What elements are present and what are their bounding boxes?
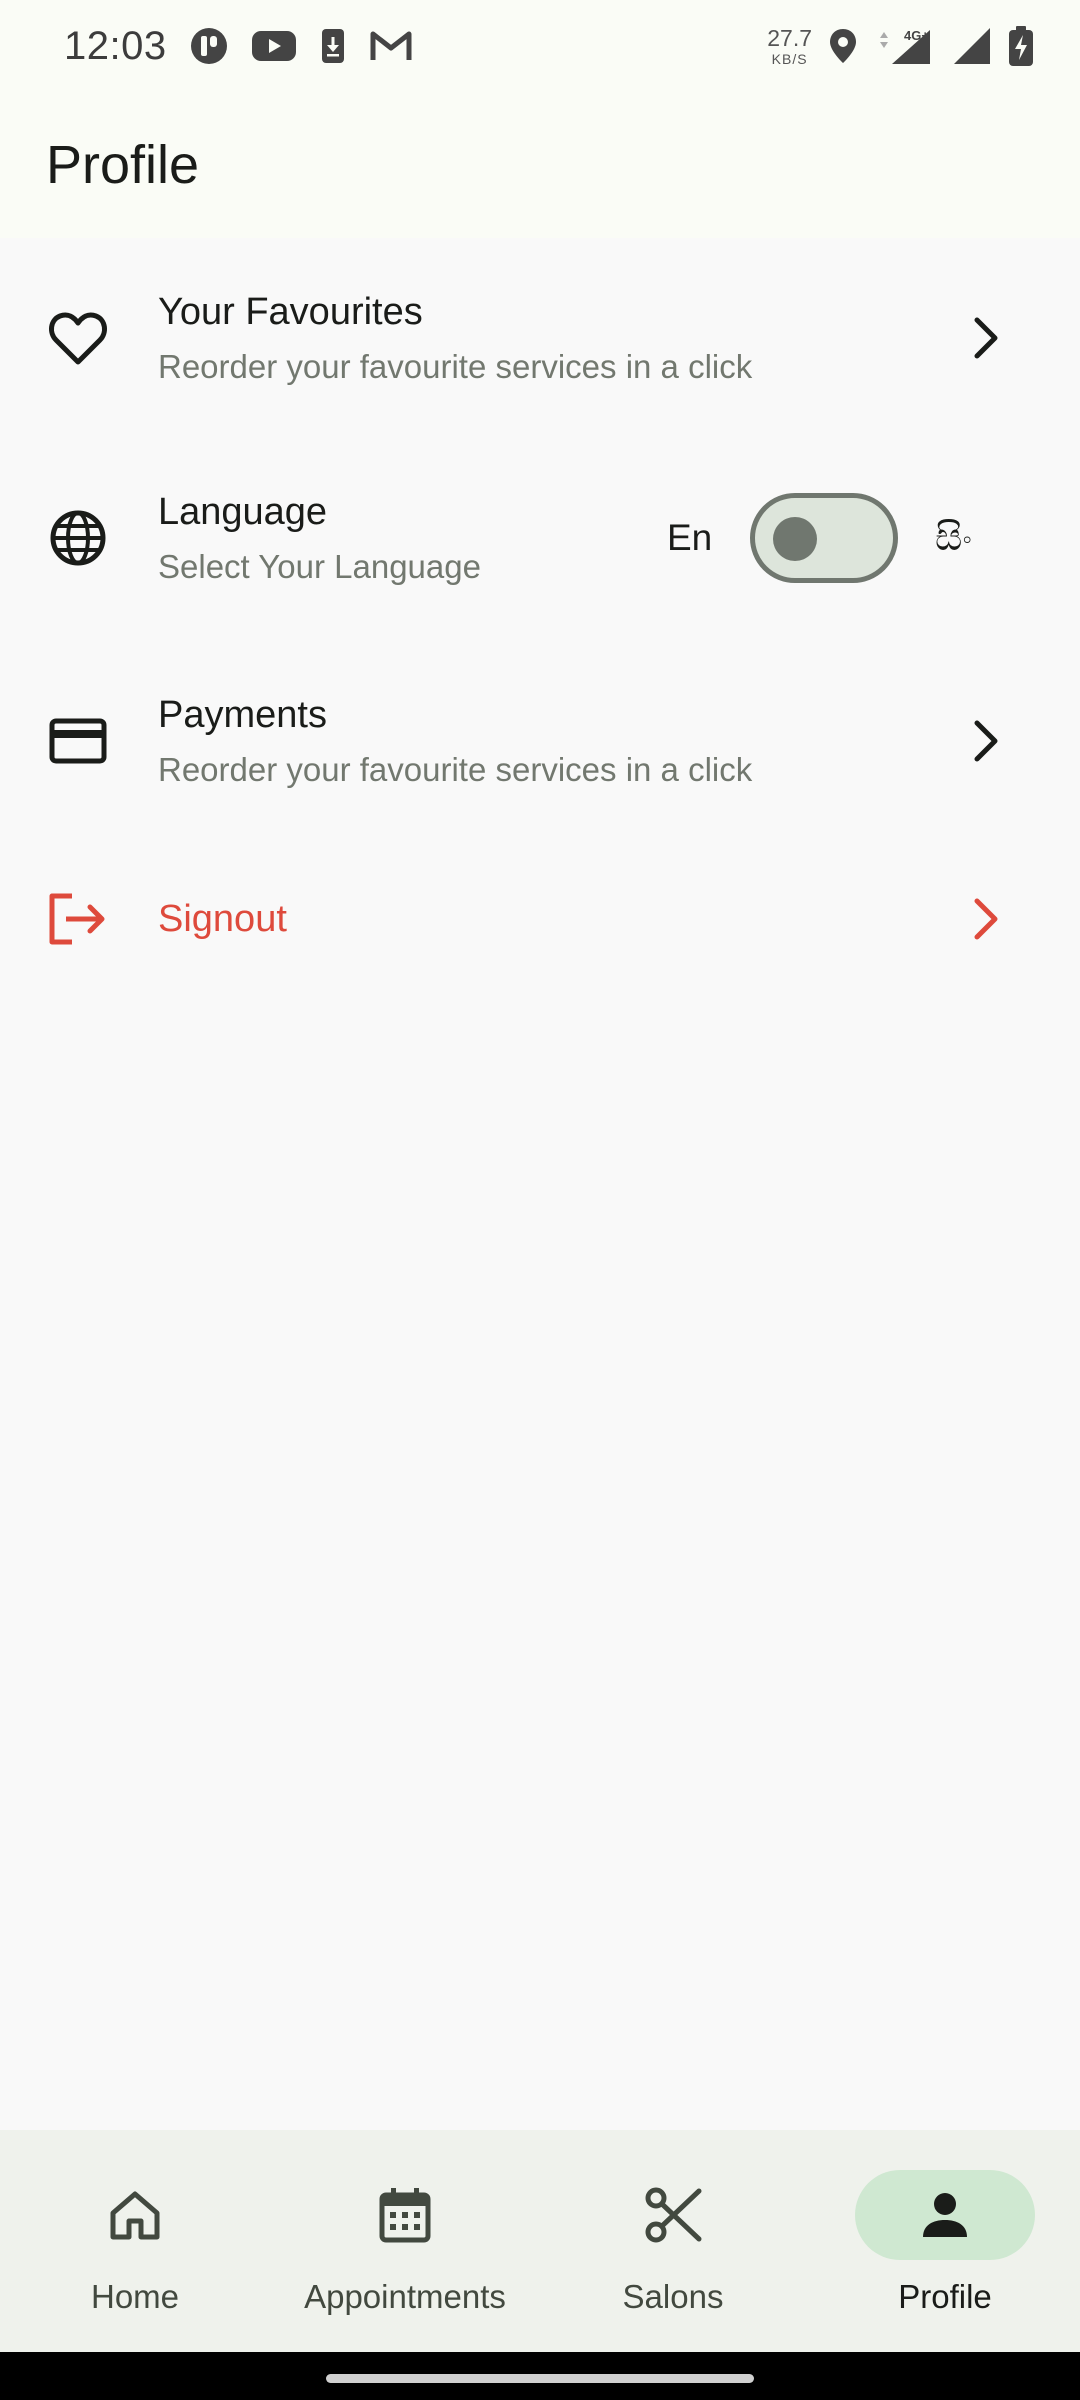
chevron-right-icon (966, 893, 1006, 945)
nav-profile[interactable]: Profile (830, 2170, 1060, 2330)
language-option-sinhala: සිං (935, 516, 972, 559)
signal-4g-icon: 4G+ (880, 28, 930, 64)
language-toggle[interactable] (750, 493, 898, 583)
network-speed: 27.7 KB/S (767, 24, 812, 67)
bottom-navigation: Home Appointments Salons Profile (0, 2130, 1080, 2352)
nav-home-pill (45, 2170, 225, 2260)
language-title: Language (158, 490, 328, 533)
language-option-english: En (667, 517, 713, 558)
signout-label: Signout (158, 897, 287, 940)
signout-text: Signout (158, 898, 287, 941)
nav-appointments-label: Appointments (304, 2278, 506, 2315)
chevron-right-icon (966, 312, 1006, 364)
signal-icon (954, 28, 990, 64)
language-text: Language Select Your Language (158, 491, 481, 586)
gmail-icon (370, 31, 412, 60)
favourites-subtitle: Reorder your favourite services in a cli… (158, 347, 753, 385)
nav-home[interactable]: Home (20, 2170, 250, 2330)
heart-outline-icon (46, 306, 110, 370)
nav-appointments[interactable]: Appointments (290, 2170, 520, 2330)
battery-charging-icon (1009, 26, 1033, 66)
nav-salons-label: Salons (622, 2278, 724, 2315)
profile-screen: 12:03 27.7 KB/S 4G+ Profile Your Favouri… (0, 0, 1080, 2400)
payments-row[interactable]: Payments Reorder your favourite services… (0, 638, 1080, 844)
globe-icon (46, 506, 110, 570)
page-title: Profile (46, 135, 200, 195)
favourites-row[interactable]: Your Favourites Reorder your favourite s… (0, 238, 1080, 438)
payments-title: Payments (158, 693, 327, 736)
signout-row[interactable]: Signout (0, 844, 1080, 994)
toggle-knob (773, 517, 817, 561)
payments-text: Payments Reorder your favourite services… (158, 694, 752, 789)
chevron-right-icon (966, 715, 1006, 767)
app-bar: Profile (0, 92, 1080, 238)
profile-menu: Your Favourites Reorder your favourite s… (0, 238, 1080, 994)
favourites-text: Your Favourites Reorder your favourite s… (158, 291, 752, 386)
location-icon (830, 29, 856, 63)
favourites-title: Your Favourites (158, 290, 423, 333)
status-right: 27.7 KB/S 4G+ (767, 25, 1034, 67)
download-icon (321, 29, 344, 63)
youtube-icon (251, 31, 296, 61)
nav-appointments-pill (315, 2170, 495, 2260)
status-time: 12:03 (64, 23, 167, 68)
nav-salons[interactable]: Salons (558, 2170, 788, 2330)
nav-profile-label: Profile (898, 2278, 992, 2315)
person-icon (923, 2193, 967, 2237)
gesture-navigation-bar (0, 2352, 1080, 2400)
network-speed-unit: KB/S (771, 50, 808, 67)
scissors-icon (645, 2187, 702, 2243)
credit-card-icon (46, 709, 110, 773)
app-notification-icon (190, 28, 227, 64)
nav-home-label: Home (90, 2278, 180, 2315)
language-row: Language Select Your Language En සිං (0, 438, 1080, 638)
network-type-label: 4G+ (904, 28, 929, 43)
gesture-handle[interactable] (326, 2374, 754, 2383)
status-bar: 12:03 27.7 KB/S 4G+ (0, 0, 1080, 92)
language-subtitle: Select Your Language (158, 547, 481, 585)
home-icon (110, 2191, 160, 2240)
network-speed-value: 27.7 (767, 24, 812, 51)
payments-subtitle: Reorder your favourite services in a cli… (158, 750, 753, 788)
logout-icon (46, 887, 110, 951)
nav-salons-pill (583, 2170, 763, 2260)
status-left: 12:03 (64, 24, 413, 69)
nav-profile-pill (855, 2170, 1035, 2260)
calendar-icon (379, 2188, 431, 2243)
